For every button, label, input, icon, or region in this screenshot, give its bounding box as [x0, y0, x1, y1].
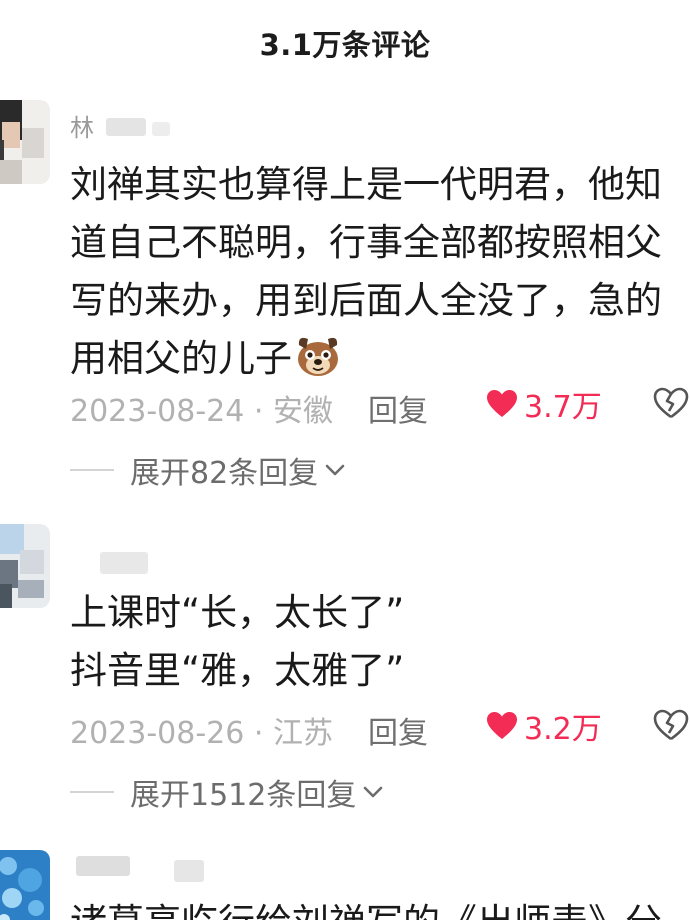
broken-heart-icon[interactable]: [652, 708, 690, 742]
comment-text: 诸葛亮临行给刘禅写的《出师表》分: [70, 894, 680, 920]
comment-item: 上课时“长，太长了” 抖音里“雅，太雅了” 2023-08-26 · 江苏 回复…: [0, 520, 690, 830]
username-blur: [152, 122, 170, 136]
username-blur: [106, 118, 146, 136]
avatar[interactable]: [0, 850, 50, 920]
username-blur: [100, 552, 148, 574]
username[interactable]: [70, 548, 170, 582]
username-blur: [174, 860, 204, 882]
like-button[interactable]: 3.2万: [486, 706, 602, 747]
broken-heart-icon[interactable]: [652, 386, 690, 420]
comment-meta: 2023-08-26 · 江苏 回复 3.2万: [70, 704, 690, 751]
dog-emoji-icon: [298, 337, 338, 376]
divider: [70, 469, 114, 471]
reply-button[interactable]: 回复: [368, 708, 428, 752]
chevron-down-icon: [325, 464, 345, 476]
expand-replies[interactable]: 展开82条回复: [70, 450, 348, 491]
expand-replies[interactable]: 展开1512条回复: [70, 772, 386, 813]
username[interactable]: 林: [70, 106, 190, 140]
comments-header: 3.1万条评论: [0, 0, 690, 80]
username[interactable]: [70, 850, 230, 884]
like-count: 3.2万: [524, 712, 602, 747]
chevron-down-icon: [364, 786, 383, 798]
comment-meta: 2023-08-24 · 安徽 回复 3.7万: [70, 382, 690, 429]
heart-icon: [487, 712, 517, 739]
comment-text: 上课时“长，太长了” 抖音里“雅，太雅了”: [70, 591, 405, 692]
avatar[interactable]: [0, 524, 50, 608]
avatar[interactable]: [0, 100, 50, 184]
username-blur: [76, 856, 130, 876]
reply-button[interactable]: 回复: [368, 386, 428, 430]
like-count: 3.7万: [524, 390, 602, 425]
heart-icon: [487, 390, 517, 417]
comment-text: 刘禅其实也算得上是一代明君，他知 道自己不聪明，行事全部都按照相父 写的来办，用…: [70, 163, 662, 380]
comment-item: 林 刘禅其实也算得上是一代明君，他知 道自己不聪明，行事全部都按照相父 写的来办…: [0, 96, 690, 506]
like-button[interactable]: 3.7万: [486, 384, 602, 425]
comment-date-location: 2023-08-26 · 江苏: [70, 716, 333, 751]
divider: [70, 791, 114, 793]
comment-item: 诸葛亮临行给刘禅写的《出师表》分: [0, 846, 690, 920]
comment-date-location: 2023-08-24 · 安徽: [70, 394, 333, 429]
comment-count-title: 3.1万条评论: [259, 28, 431, 62]
